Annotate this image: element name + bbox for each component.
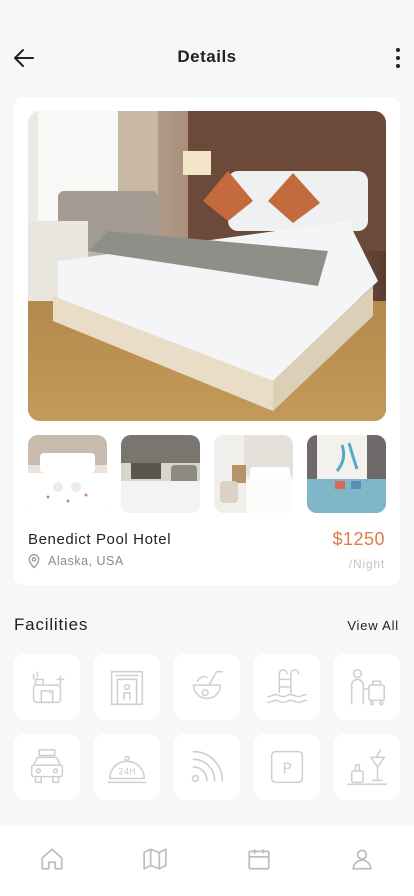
- view-all-link[interactable]: View All: [347, 618, 399, 633]
- facility-bellboy[interactable]: [334, 654, 400, 720]
- thumbnail-2[interactable]: [121, 435, 200, 513]
- page-title: Details: [177, 47, 237, 66]
- facility-pool[interactable]: [254, 654, 320, 720]
- profile-icon: [352, 849, 372, 870]
- tab-map[interactable]: [135, 846, 175, 878]
- facility-wifi[interactable]: [174, 734, 240, 800]
- facility-elevator[interactable]: [94, 654, 160, 720]
- calendar-icon: [248, 849, 270, 870]
- hotel-location: Alaska, USA: [26, 553, 124, 569]
- room-service-24h-icon: 24H: [107, 755, 147, 784]
- tab-calendar[interactable]: [239, 846, 279, 878]
- facility-parking[interactable]: P: [254, 734, 320, 800]
- bed-with-desk-photo: [121, 435, 200, 513]
- kitchen-icon: [32, 671, 65, 704]
- thumbnail-3[interactable]: [214, 435, 293, 513]
- svg-text:24H: 24H: [118, 768, 135, 778]
- tab-profile[interactable]: [342, 846, 382, 878]
- more-dot: [396, 56, 400, 60]
- hotel-bedroom-photo: [28, 111, 386, 421]
- elevator-icon: [110, 670, 144, 706]
- facility-drinks[interactable]: [174, 654, 240, 720]
- wifi-icon: [191, 750, 224, 783]
- thumbnail-1[interactable]: [28, 435, 107, 513]
- taxi-icon: [30, 748, 64, 784]
- coconut-drink-icon: [192, 670, 224, 700]
- more-dot: [396, 64, 400, 68]
- facility-room-service[interactable]: 24H: [94, 734, 160, 800]
- facility-taxi[interactable]: [14, 734, 80, 800]
- facility-bar[interactable]: [334, 734, 400, 800]
- more-options-button[interactable]: [390, 44, 406, 72]
- tab-home[interactable]: [32, 846, 72, 878]
- bar-drinks-icon: [347, 748, 387, 786]
- parking-icon: P: [270, 750, 304, 784]
- hotel-main-photo[interactable]: [28, 111, 386, 421]
- price-unit: /Night: [348, 557, 385, 571]
- thumbnail-strip: [28, 435, 386, 513]
- bottom-tab-bar: [0, 826, 414, 896]
- map-pin-icon: [28, 554, 40, 569]
- svg-text:P: P: [282, 760, 291, 778]
- facilities-title: Facilities: [14, 615, 89, 634]
- location-label: Alaska, USA: [48, 554, 124, 568]
- hotel-name: Benedict Pool Hotel: [28, 531, 172, 548]
- home-icon: [41, 848, 63, 870]
- header: Details: [0, 0, 414, 100]
- thumbnail-4[interactable]: [307, 435, 386, 513]
- bed-with-towel-swans-photo: [28, 435, 107, 513]
- facility-kitchen[interactable]: [14, 654, 80, 720]
- swimming-pool-icon: [267, 668, 307, 704]
- bellboy-luggage-icon: [350, 668, 386, 706]
- blue-bedroom-photo: [307, 435, 386, 513]
- hotel-price: $1250: [332, 529, 385, 549]
- hotel-card: Benedict Pool Hotel Alaska, USA $1250 /N…: [14, 97, 400, 585]
- more-vertical-icon: [396, 48, 400, 52]
- facilities-grid: 24H P: [14, 654, 400, 800]
- map-icon: [143, 848, 167, 870]
- bright-bedroom-photo: [214, 435, 293, 513]
